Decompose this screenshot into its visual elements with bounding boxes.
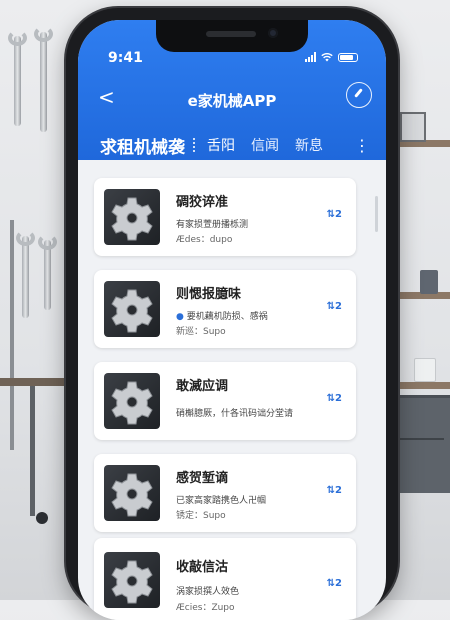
more-menu-icon[interactable]: ⋮ bbox=[354, 136, 370, 155]
cup bbox=[414, 358, 436, 382]
gear-thumbnail bbox=[104, 281, 160, 337]
tab-bar: 求租机械袭 舌阳 信闻 新息 ⋮ bbox=[78, 128, 386, 162]
list-item[interactable]: 收敲信沽 涡家损撰人效色 Æcies：Zupo ⇅2 bbox=[94, 538, 356, 620]
phone-frame: 9:41 < e家机械APP 求租机械袭 舌阳 信闻 新息 ⋮ 碉狡谇准 有家损… bbox=[66, 8, 398, 620]
chair-wheel bbox=[36, 512, 48, 524]
card-action[interactable]: ⇅2 bbox=[327, 209, 342, 220]
card-title: 敢滅应调 bbox=[176, 379, 229, 394]
card-description: 涡家损撰人效色 bbox=[176, 587, 240, 597]
signal-icon bbox=[305, 52, 316, 62]
wall-wrenches bbox=[6, 26, 66, 138]
card-action[interactable]: ⇅2 bbox=[327, 578, 342, 589]
desk-leg bbox=[30, 386, 35, 516]
card-title: 碉狡谇准 bbox=[176, 195, 229, 210]
wall-pole bbox=[10, 220, 14, 450]
status-icons bbox=[305, 52, 358, 62]
front-camera bbox=[268, 28, 278, 38]
scrollbar[interactable] bbox=[375, 196, 378, 232]
card-meta: Æcies：Zupo bbox=[176, 603, 235, 613]
gear-icon bbox=[111, 381, 153, 425]
tab-item-3[interactable]: 新息 bbox=[295, 135, 323, 155]
list-item[interactable]: 碉狡谇准 有家损萱册播栎测 Ædes：dupo ⇅2 bbox=[94, 178, 356, 256]
card-title: 感贺堑谪 bbox=[176, 471, 229, 486]
workbench bbox=[0, 378, 70, 386]
gear-icon bbox=[111, 289, 153, 333]
location-pin-icon: ● bbox=[176, 312, 184, 322]
list-item[interactable]: 敢滅应调 硝槲臆厥，什各讯码诎分堂请 ⇅2 bbox=[94, 362, 356, 440]
card-action[interactable]: ⇅2 bbox=[327, 485, 342, 496]
status-time: 9:41 bbox=[108, 50, 143, 66]
card-action[interactable]: ⇅2 bbox=[327, 393, 342, 404]
gear-thumbnail bbox=[104, 465, 160, 521]
wall-frame bbox=[400, 112, 426, 142]
gear-icon bbox=[111, 473, 153, 517]
list-item[interactable]: 感贺堑谪 已家高家踏携色人卍帼 锈定：Supo ⇅2 bbox=[94, 454, 356, 532]
card-meta: Ædes：dupo bbox=[176, 235, 233, 245]
card-title: 则愢报臆味 bbox=[176, 287, 242, 302]
tab-divider bbox=[193, 138, 197, 152]
speaker-grille bbox=[206, 31, 256, 37]
tool-cup bbox=[420, 270, 438, 294]
wrench-icon bbox=[34, 26, 53, 132]
wrench-icon bbox=[16, 230, 35, 318]
card-description: ● 要机藕机防损、感祸 bbox=[176, 309, 268, 322]
gear-thumbnail bbox=[104, 373, 160, 429]
phone-screen: 9:41 < e家机械APP 求租机械袭 舌阳 信闻 新息 ⋮ 碉狡谇准 有家损… bbox=[78, 20, 386, 620]
card-title: 收敲信沽 bbox=[176, 560, 229, 575]
wrench-icon bbox=[8, 30, 27, 126]
card-description: 已家高家踏携色人卍帼 bbox=[176, 496, 267, 506]
card-description: 硝槲臆厥，什各讯码诎分堂请 bbox=[176, 409, 294, 419]
tab-main-title[interactable]: 求租机械袭 bbox=[78, 133, 185, 158]
card-action[interactable]: ⇅2 bbox=[327, 301, 342, 312]
gear-icon bbox=[111, 197, 153, 241]
list-item[interactable]: 则愢报臆味 ● 要机藕机防损、感祸 新巡：Supo ⇅2 bbox=[94, 270, 356, 348]
wifi-icon bbox=[321, 53, 333, 62]
card-meta: 锈定：Supo bbox=[176, 511, 226, 521]
tab-item-2[interactable]: 信闻 bbox=[251, 135, 279, 155]
app-title: e家机械APP bbox=[187, 92, 277, 110]
wrench-icon bbox=[38, 234, 57, 310]
back-button[interactable]: < bbox=[98, 86, 120, 108]
card-description: 有家损萱册播栎测 bbox=[176, 220, 249, 230]
gear-thumbnail bbox=[104, 189, 160, 245]
battery-icon bbox=[338, 52, 358, 62]
card-description-text: 要机藕机防损、感祸 bbox=[186, 312, 268, 322]
tab-item-1[interactable]: 舌阳 bbox=[207, 135, 235, 155]
notch bbox=[156, 20, 308, 52]
compass-icon[interactable] bbox=[346, 82, 372, 108]
card-meta: 新巡：Supo bbox=[176, 327, 226, 337]
